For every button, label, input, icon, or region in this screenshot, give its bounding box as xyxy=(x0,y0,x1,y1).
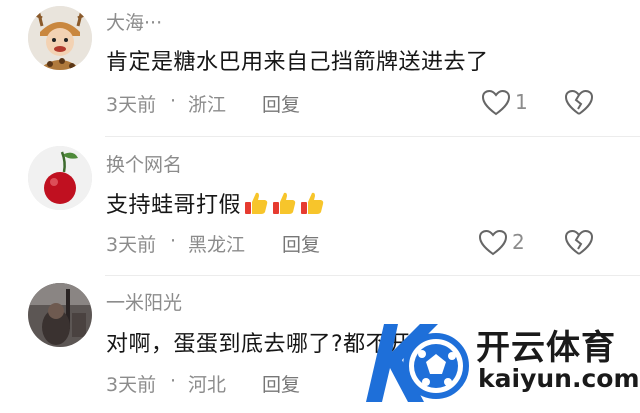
comment-time: 3天前 xyxy=(106,94,157,116)
comment-meta: 3天前 · 浙江 回复 1 xyxy=(106,88,600,118)
meta-separator: · xyxy=(170,370,177,392)
comment-text-body: 支持蛙哥打假 xyxy=(106,193,242,218)
like-icon[interactable] xyxy=(478,228,508,258)
like-count: 2 xyxy=(512,230,525,254)
username[interactable]: 大海··· xyxy=(106,8,162,35)
comment-region: 黑龙江 xyxy=(188,234,246,256)
comment-region: 浙江 xyxy=(188,94,227,116)
avatar[interactable] xyxy=(28,283,92,347)
comment-text: 肯定是糖水巴用来自己挡箭牌送进去了 xyxy=(106,50,489,75)
comment-item: 大海··· 肯定是糖水巴用来自己挡箭牌送进去了 3天前 · 浙江 回复 1 xyxy=(0,0,640,136)
reply-button[interactable]: 回复 xyxy=(262,90,300,117)
comment-text: 对啊，蛋蛋到底去哪了?都不开了 xyxy=(106,332,434,357)
meta-separator: · xyxy=(170,90,177,112)
comment-time: 3天前 xyxy=(106,234,157,256)
meta-separator: · xyxy=(170,230,177,252)
avatar[interactable] xyxy=(28,6,92,70)
thumbs-up-emoji-icon xyxy=(271,190,297,216)
comment-text: 支持蛙哥打假 xyxy=(106,187,325,219)
comment-item: 换个网名 支持蛙哥打假 3天前 · 黑龙江 回复 2 xyxy=(0,137,640,273)
comment-meta: 3天前 · 黑龙江 回复 2 xyxy=(106,228,600,258)
reply-button[interactable]: 回复 xyxy=(282,230,320,257)
username[interactable]: 一米阳光 xyxy=(106,288,182,315)
comment-region: 河北 xyxy=(188,374,227,396)
like-icon[interactable] xyxy=(481,88,511,118)
username[interactable]: 换个网名 xyxy=(106,150,182,177)
like-count: 1 xyxy=(515,90,528,114)
thumbs-up-emoji-icon xyxy=(243,190,269,216)
comment-meta: 3天前 · 河北 回复 xyxy=(106,370,600,398)
avatar[interactable] xyxy=(28,146,92,210)
comment-item: 一米阳光 对啊，蛋蛋到底去哪了?都不开了 3天前 · 河北 回复 xyxy=(0,276,640,413)
thumbs-up-emoji-icon xyxy=(299,190,325,216)
comment-time: 3天前 xyxy=(106,374,157,396)
dislike-icon[interactable] xyxy=(564,88,594,118)
reply-button[interactable]: 回复 xyxy=(262,370,300,397)
dislike-icon[interactable] xyxy=(564,228,594,258)
